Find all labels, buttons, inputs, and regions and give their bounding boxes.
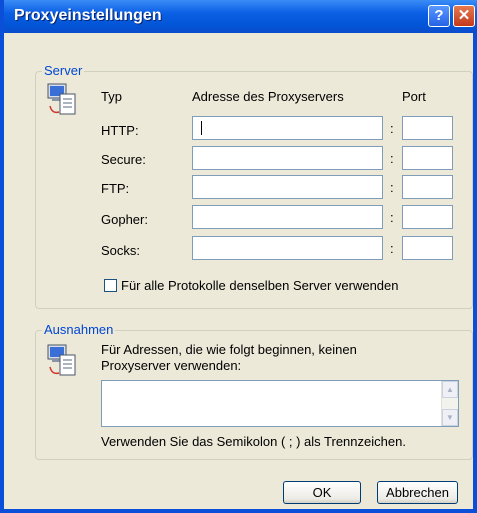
help-icon[interactable]: ?	[428, 5, 450, 27]
server-group-legend: Server	[42, 63, 85, 78]
exceptions-group-legend: Ausnahmen	[42, 322, 116, 337]
http-address-input[interactable]	[192, 116, 383, 140]
computer-network-icon	[47, 344, 76, 376]
socks-address-input[interactable]	[192, 236, 383, 260]
scroll-up-icon[interactable]: ▲	[442, 381, 458, 398]
close-icon[interactable]: ✕	[453, 5, 475, 27]
http-port-input[interactable]	[402, 116, 453, 140]
gopher-address-input[interactable]	[192, 205, 383, 229]
exceptions-hint: Verwenden Sie das Semikolon ( ; ) als Tr…	[101, 434, 406, 449]
same-server-checkbox-label[interactable]: Für alle Protokolle denselben Server ver…	[121, 278, 399, 293]
secure-address-input[interactable]	[192, 146, 383, 170]
separator-colon: :	[390, 121, 394, 136]
computer-network-icon	[47, 83, 76, 115]
exceptions-description: Für Adressen, die wie folgt beginnen, ke…	[101, 342, 357, 373]
column-header-address: Adresse des Proxyservers	[192, 89, 344, 104]
text-caret	[201, 121, 202, 135]
ftp-address-input[interactable]	[192, 175, 383, 199]
column-header-type: Typ	[101, 89, 122, 104]
gopher-label: Gopher:	[101, 212, 148, 227]
exceptions-textarea[interactable]: ▲ ▼	[101, 380, 459, 427]
ftp-label: FTP:	[101, 181, 130, 196]
cancel-button[interactable]: Abbrechen	[377, 481, 458, 504]
separator-colon: :	[390, 180, 394, 195]
secure-label: Secure:	[101, 152, 146, 167]
same-server-checkbox[interactable]	[104, 279, 117, 292]
http-label: HTTP:	[101, 123, 139, 138]
ok-button[interactable]: OK	[283, 481, 361, 504]
ftp-port-input[interactable]	[402, 175, 453, 199]
socks-port-input[interactable]	[402, 236, 453, 260]
socks-label: Socks:	[101, 243, 141, 258]
separator-colon: :	[390, 241, 394, 256]
scroll-down-icon[interactable]: ▼	[442, 409, 458, 426]
separator-colon: :	[390, 210, 394, 225]
gopher-port-input[interactable]	[402, 205, 453, 229]
secure-port-input[interactable]	[402, 146, 453, 170]
title-bar[interactable]: Proxyeinstellungen ? ✕	[4, 0, 477, 33]
proxy-settings-dialog: Proxyeinstellungen ? ✕ Server Typ Adress…	[0, 0, 477, 513]
column-header-port: Port	[402, 89, 426, 104]
window-title: Proxyeinstellungen	[14, 7, 162, 24]
separator-colon: :	[390, 151, 394, 166]
exceptions-scrollbar[interactable]: ▲ ▼	[441, 381, 458, 426]
